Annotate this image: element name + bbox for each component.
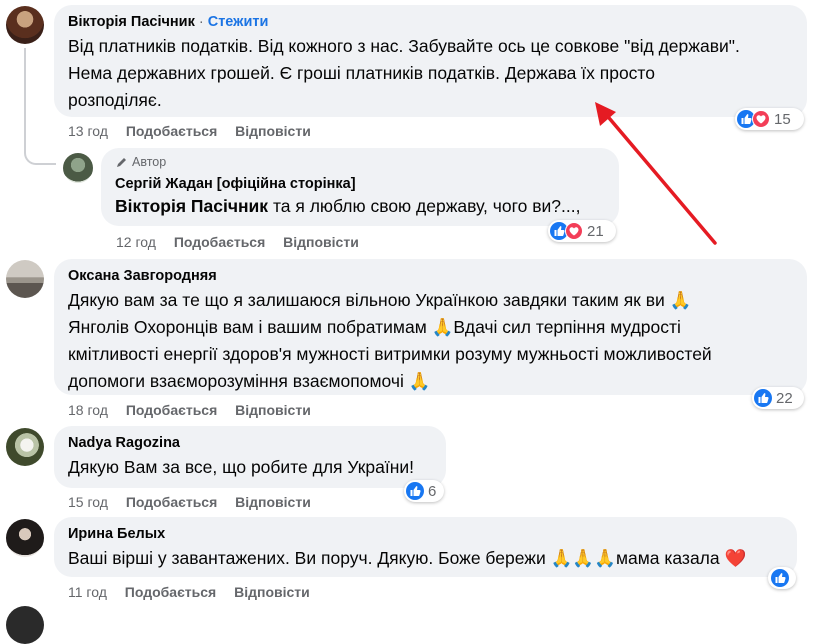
- comment-bubble: Nadya Ragozina Дякую Вам за все, що роби…: [54, 426, 446, 488]
- comment-actions: 18 год Подобається Відповісти: [68, 401, 325, 419]
- heart-icon: [752, 110, 770, 128]
- reaction-count: 6: [428, 482, 437, 500]
- comment-bubble: Вікторія Пасічник · Стежити Від платникі…: [54, 5, 807, 117]
- comment-actions: 11 год Подобається Відповісти: [68, 583, 324, 601]
- reply-button[interactable]: Відповісти: [235, 402, 311, 418]
- like-icon: [771, 569, 789, 587]
- comment-author[interactable]: Ирина Белых: [68, 526, 165, 542]
- comment-text: Дякую вам за те що я залишаюся вільною У…: [68, 290, 712, 391]
- comment-text: Ваші вірші у завантажених. Ви поруч. Дяк…: [68, 548, 747, 568]
- avatar[interactable]: [6, 260, 44, 298]
- reaction-count: 21: [587, 222, 604, 240]
- pencil-icon: [117, 157, 126, 167]
- comment-timestamp[interactable]: 12 год: [116, 234, 156, 250]
- reply-thread-line: [24, 48, 56, 165]
- heart-icon: [565, 222, 583, 240]
- follow-button[interactable]: Стежити: [208, 14, 269, 30]
- author-badge: Автор: [115, 154, 605, 170]
- avatar[interactable]: [63, 153, 93, 183]
- reply-button[interactable]: Відповісти: [235, 123, 311, 139]
- reply-button[interactable]: Відповісти: [235, 494, 311, 510]
- reaction-summary[interactable]: 15: [735, 108, 804, 130]
- comment-actions: 13 год Подобається Відповісти: [68, 122, 325, 140]
- like-button[interactable]: Подобається: [125, 584, 216, 600]
- avatar[interactable]: [6, 519, 44, 557]
- like-button[interactable]: Подобається: [126, 494, 217, 510]
- reply-button[interactable]: Відповісти: [234, 584, 310, 600]
- reaction-summary[interactable]: 6: [404, 480, 444, 502]
- comment-actions: 12 год Подобається Відповісти: [116, 233, 373, 251]
- like-button[interactable]: Подобається: [126, 123, 217, 139]
- comment-author[interactable]: Оксана Завгородняя: [68, 268, 217, 284]
- avatar[interactable]: [6, 606, 44, 644]
- comment-timestamp[interactable]: 11 год: [68, 584, 107, 600]
- reaction-summary[interactable]: [768, 567, 796, 589]
- reply-button[interactable]: Відповісти: [283, 234, 359, 250]
- reaction-count: 22: [776, 389, 793, 407]
- comment-text: Дякую Вам за все, що робите для України!: [68, 457, 414, 477]
- comment-timestamp[interactable]: 18 год: [68, 402, 108, 418]
- like-button[interactable]: Подобається: [126, 402, 217, 418]
- like-button[interactable]: Подобається: [174, 234, 265, 250]
- like-icon: [754, 389, 772, 407]
- comment-text: Від платників податків. Від кожного з на…: [68, 36, 740, 110]
- separator-dot: ·: [198, 14, 204, 30]
- like-icon: [406, 482, 424, 500]
- avatar[interactable]: [6, 6, 44, 44]
- comment-bubble: Оксана Завгородняя Дякую вам за те що я …: [54, 259, 807, 395]
- comment-author[interactable]: Nadya Ragozina: [68, 435, 180, 451]
- comment-text: Вікторія Пасічник та я люблю свою держав…: [115, 196, 581, 216]
- comment-bubble: Ирина Белых Ваші вірші у завантажених. В…: [54, 517, 797, 577]
- avatar[interactable]: [6, 428, 44, 466]
- comment-bubble: Автор Сергій Жадан [офіційна сторінка] В…: [101, 148, 619, 226]
- mention-link[interactable]: Вікторія Пасічник: [115, 196, 268, 216]
- comment-actions: 15 год Подобається Відповісти: [68, 493, 325, 511]
- comment-timestamp[interactable]: 13 год: [68, 123, 108, 139]
- comment-author[interactable]: Вікторія Пасічник: [68, 14, 195, 30]
- comment-timestamp[interactable]: 15 год: [68, 494, 108, 510]
- reaction-count: 15: [774, 110, 791, 128]
- reaction-summary[interactable]: 21: [548, 220, 616, 242]
- comment-author[interactable]: Сергій Жадан [офіційна сторінка]: [115, 176, 356, 192]
- reaction-summary[interactable]: 22: [752, 387, 804, 409]
